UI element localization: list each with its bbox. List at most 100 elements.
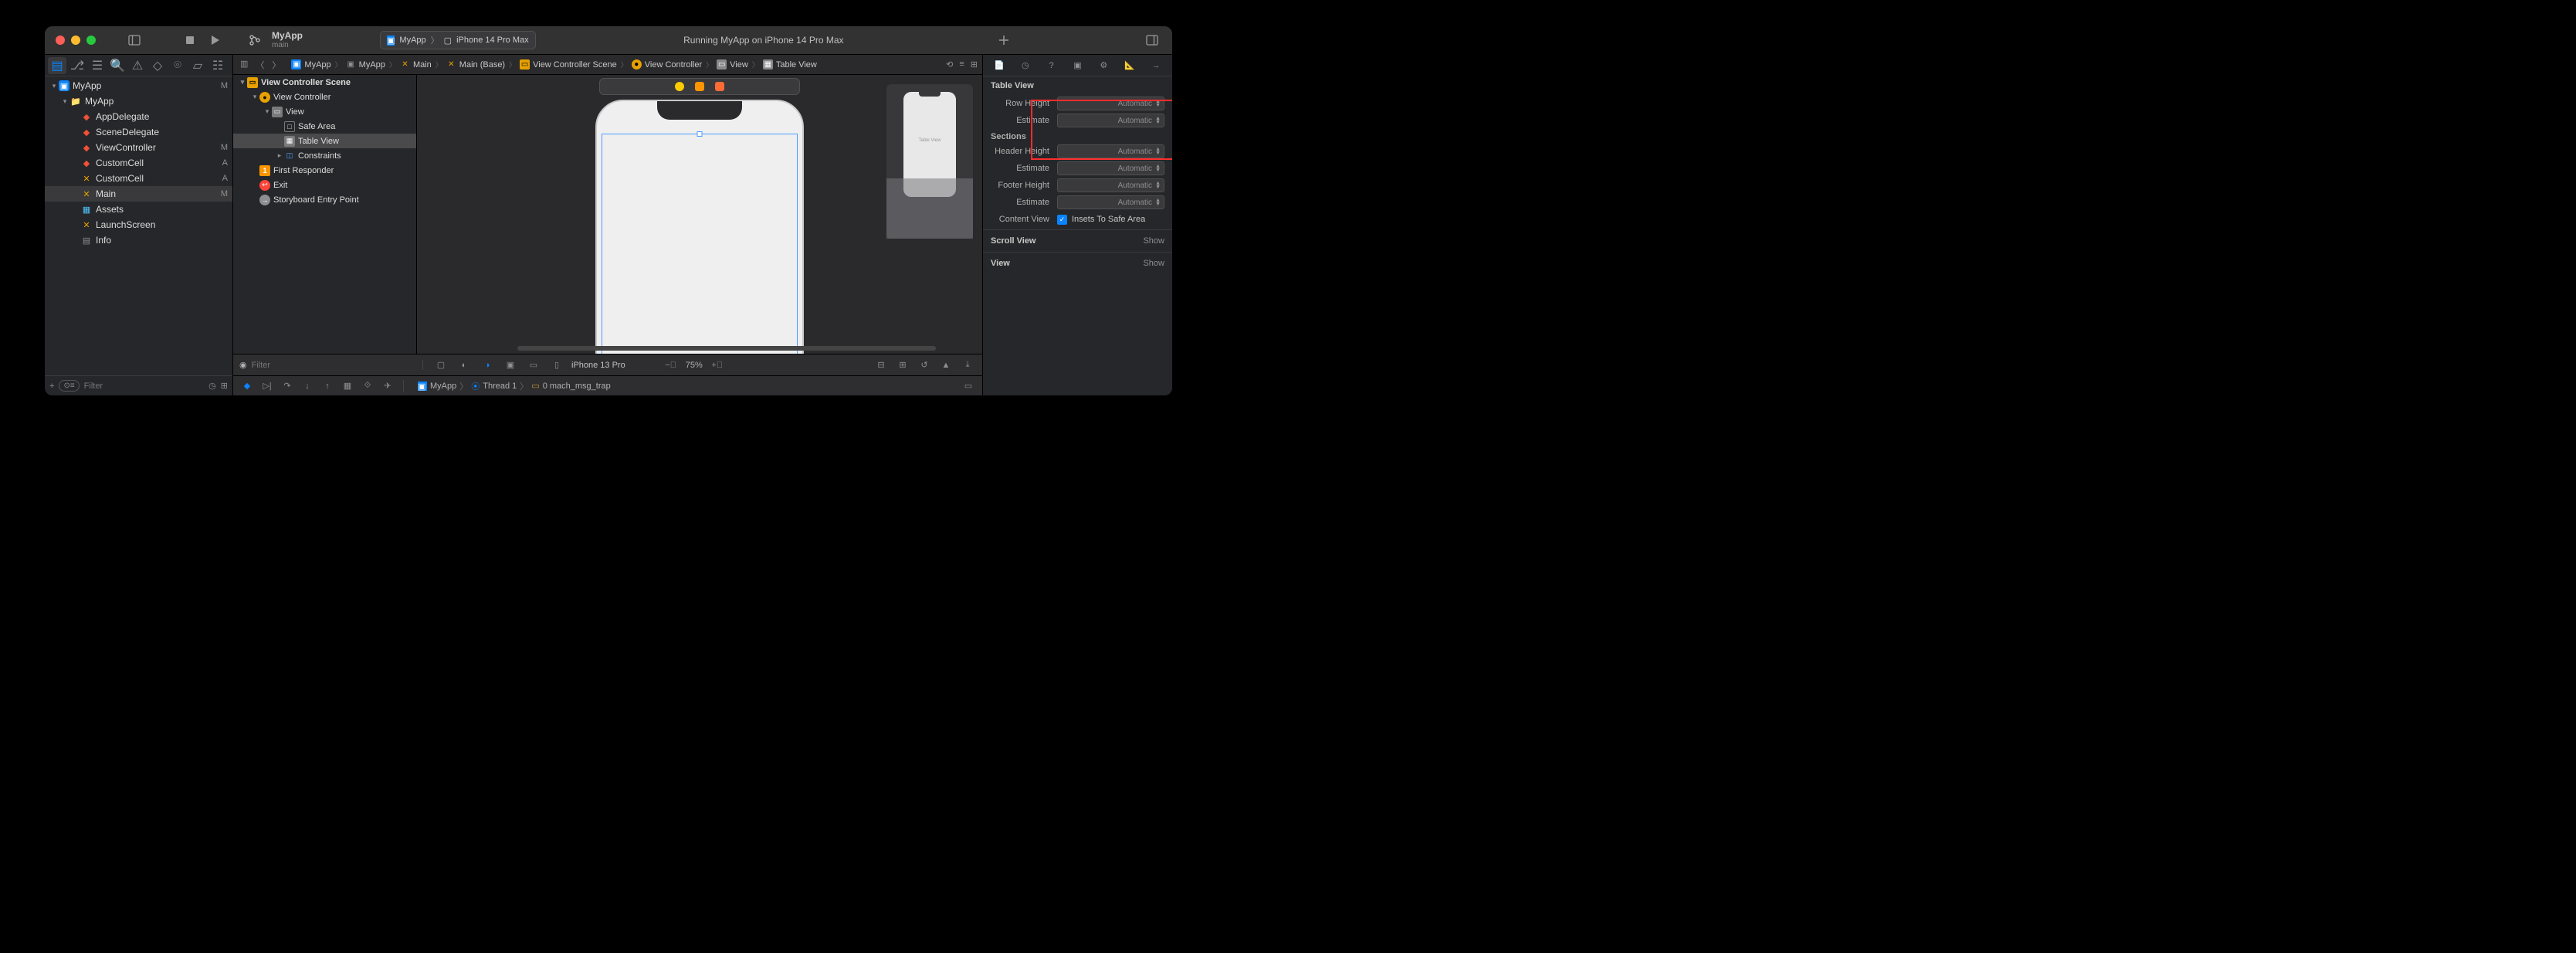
go-back-button[interactable]: 〈 <box>253 59 266 71</box>
zoom-window-button[interactable] <box>86 36 96 45</box>
navigator-tree[interactable]: ▾▣MyAppM▾📁MyApp◆AppDelegate◆SceneDelegat… <box>45 76 232 375</box>
scene-dock[interactable] <box>599 78 800 95</box>
project-navigator-tab[interactable]: ▤ <box>48 57 66 74</box>
update-frames-icon[interactable]: ⤓ <box>959 357 976 374</box>
source-control-icon[interactable] <box>244 29 266 51</box>
navigator-item[interactable]: ◆SceneDelegate <box>45 124 232 140</box>
source-control-navigator-tab[interactable]: ⎇ <box>68 57 86 74</box>
add-button[interactable]: + <box>49 382 54 391</box>
debug-crumb[interactable]: ▣MyApp <box>418 382 456 391</box>
layout-icon[interactable]: ▣ <box>502 357 519 374</box>
vary-traits-icon[interactable]: ▭ <box>525 357 542 374</box>
add-editor-icon[interactable]: ⊞ <box>971 59 978 70</box>
history-inspector-tab[interactable]: ◷ <box>1016 57 1035 74</box>
size-inspector-tab[interactable]: 📐 <box>1120 57 1139 74</box>
step-out-button[interactable]: ↑ <box>320 378 335 394</box>
value-stepper[interactable]: Automatic▲▼ <box>1057 114 1164 127</box>
step-over-button[interactable]: ↷ <box>280 378 295 394</box>
view-controller-dock-icon[interactable] <box>675 82 684 91</box>
report-navigator-tab[interactable]: ☷ <box>208 57 227 74</box>
debug-crumb[interactable]: ▭0 mach_msg_trap <box>531 381 610 391</box>
navigator-item[interactable]: ◆ViewControllerM <box>45 140 232 155</box>
navigator-filter-input[interactable] <box>84 382 205 391</box>
first-responder-dock-icon[interactable] <box>695 82 704 91</box>
align-tool-icon[interactable]: ⊟ <box>873 357 890 374</box>
file-inspector-tab[interactable]: 📄 <box>990 57 1008 74</box>
outline-item[interactable]: ▦Table View <box>233 134 416 148</box>
value-stepper[interactable]: Automatic▲▼ <box>1057 97 1164 110</box>
view-section-header[interactable]: View Show <box>983 254 1172 273</box>
resize-handle-top[interactable] <box>697 131 703 137</box>
value-stepper[interactable]: Automatic▲▼ <box>1057 195 1164 209</box>
close-window-button[interactable] <box>56 36 65 45</box>
canvas-scrollbar[interactable] <box>517 346 936 351</box>
navigator-item[interactable]: ◆AppDelegate <box>45 109 232 124</box>
jumpbar-segment[interactable]: ▣MyApp <box>289 59 333 70</box>
canvas-device-label[interactable]: iPhone 13 Pro <box>571 361 625 370</box>
navigator-item[interactable]: ▦Assets <box>45 202 232 217</box>
jumpbar-segment[interactable]: ▭View Controller Scene <box>517 59 619 70</box>
library-button[interactable] <box>993 29 1015 51</box>
outline-item[interactable]: ▾▭View <box>233 104 416 119</box>
outline-filter-input[interactable] <box>252 361 416 370</box>
outline-item[interactable]: ▾▭View Controller Scene <box>233 75 416 90</box>
zoom-out-button[interactable]: −⃝ <box>663 357 680 374</box>
jumpbar-segment[interactable]: ▣MyApp <box>344 59 388 70</box>
issue-navigator-tab[interactable]: ⚠ <box>128 57 147 74</box>
continue-button[interactable]: ▷| <box>259 378 275 394</box>
zoom-in-button[interactable]: +⃝ <box>709 357 726 374</box>
navigator-item[interactable]: ✕MainM <box>45 186 232 202</box>
orientation-icon[interactable]: ◐ <box>456 357 473 374</box>
adjust-editor-icon[interactable]: ≡ <box>959 59 964 70</box>
clock-filter-icon[interactable]: ◷ <box>208 381 216 391</box>
outline-item[interactable]: ▾●View Controller <box>233 90 416 104</box>
attributes-inspector-tab[interactable]: ⚙ <box>1094 57 1113 74</box>
test-navigator-tab[interactable]: ◇ <box>148 57 167 74</box>
device-config-icon[interactable]: ▢ <box>432 357 449 374</box>
find-navigator-tab[interactable]: 🔍 <box>108 57 127 74</box>
table-view-selection[interactable] <box>602 134 798 354</box>
debug-navigator-tab[interactable]: ⌾ <box>168 57 187 74</box>
recent-filter-button[interactable]: ⊙≡ <box>59 380 79 392</box>
zoom-level-label[interactable]: 75% <box>686 361 703 370</box>
value-stepper[interactable]: Automatic▲▼ <box>1057 144 1164 158</box>
outline-item[interactable]: 1First Responder <box>233 163 416 178</box>
outline-item[interactable]: →Storyboard Entry Point <box>233 192 416 207</box>
jumpbar-segment[interactable]: ●View Controller <box>629 59 704 70</box>
toggle-navigator-button[interactable] <box>124 29 145 51</box>
jumpbar-segment[interactable]: ✕Main (Base) <box>444 59 507 70</box>
embed-tool-icon[interactable]: ▲ <box>937 357 954 374</box>
debug-view-hierarchy-button[interactable]: ▦ <box>340 378 355 394</box>
navigator-item[interactable]: ✕CustomCellA <box>45 171 232 186</box>
navigator-item[interactable]: ✕LaunchScreen <box>45 217 232 232</box>
breakpoint-navigator-tab[interactable]: ▱ <box>188 57 207 74</box>
minimize-window-button[interactable] <box>71 36 80 45</box>
step-into-button[interactable]: ↓ <box>300 378 315 394</box>
connections-inspector-tab[interactable]: → <box>1147 57 1165 74</box>
minimap[interactable]: Table View <box>886 84 973 239</box>
identity-inspector-tab[interactable]: ▣ <box>1068 57 1086 74</box>
symbol-navigator-tab[interactable]: ☰ <box>88 57 107 74</box>
outline-item[interactable]: □Safe Area <box>233 119 416 134</box>
ib-canvas[interactable]: Table View Table View <box>417 75 982 354</box>
scheme-selector[interactable]: ▣ MyApp 〉 ▢ iPhone 14 Pro Max <box>380 31 536 49</box>
resolve-tool-icon[interactable]: ↺ <box>916 357 933 374</box>
refresh-icon[interactable]: ⟲ <box>946 59 953 70</box>
value-stepper[interactable]: Automatic▲▼ <box>1057 178 1164 192</box>
navigator-item[interactable]: ▤Info <box>45 232 232 248</box>
go-forward-button[interactable]: 〉 <box>269 59 283 71</box>
help-inspector-tab[interactable]: ? <box>1042 57 1061 74</box>
run-button[interactable] <box>204 29 225 51</box>
appearance-icon[interactable]: ◑ <box>479 357 496 374</box>
exit-dock-icon[interactable] <box>715 82 724 91</box>
device-type-icon[interactable]: ▯ <box>548 357 565 374</box>
jumpbar-segment[interactable]: ▦Table View <box>761 59 819 70</box>
related-items-button[interactable]: ▥ <box>238 59 250 71</box>
outline-item[interactable]: ▸◫Constraints <box>233 148 416 163</box>
scroll-view-section-header[interactable]: Scroll View Show <box>983 232 1172 250</box>
breakpoints-toggle-button[interactable]: ◆ <box>239 378 255 394</box>
device-frame[interactable]: Table View <box>595 100 804 354</box>
insets-safe-area-checkbox[interactable]: ✓ <box>1057 215 1067 225</box>
navigator-item[interactable]: ▾📁MyApp <box>45 93 232 109</box>
value-stepper[interactable]: Automatic▲▼ <box>1057 161 1164 175</box>
